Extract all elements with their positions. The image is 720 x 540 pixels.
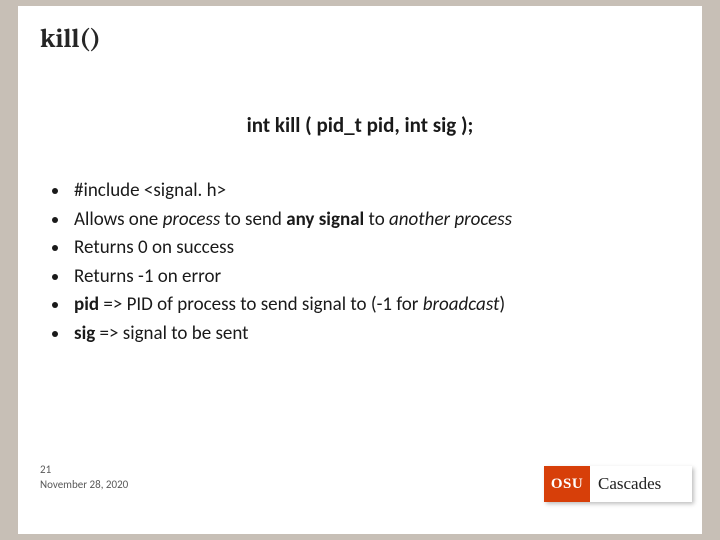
logo-text: Cascades (590, 466, 692, 502)
bullet-item: #include <signal. h> (70, 178, 672, 205)
slide-footer: 21 November 28, 2020 (40, 463, 128, 492)
bullet-item: sig => signal to be sent (70, 321, 672, 348)
slide-title: kill() (40, 24, 101, 54)
bullet-item: Allows one process to send any signal to… (70, 207, 672, 234)
bullet-item: pid => PID of process to send signal to … (70, 292, 672, 319)
bullet-item: Returns 0 on success (70, 235, 672, 262)
bullet-list: #include <signal. h>Allows one process t… (48, 178, 672, 350)
slide-date: November 28, 2020 (40, 478, 128, 492)
slide-number: 21 (40, 463, 128, 477)
bullet-item: Returns -1 on error (70, 264, 672, 291)
function-signature: int kill ( pid_t pid, int sig ); (18, 112, 702, 138)
osu-cascades-logo: OSU Cascades (544, 466, 692, 502)
logo-badge: OSU (544, 466, 590, 502)
slide: kill() int kill ( pid_t pid, int sig ); … (18, 6, 702, 534)
